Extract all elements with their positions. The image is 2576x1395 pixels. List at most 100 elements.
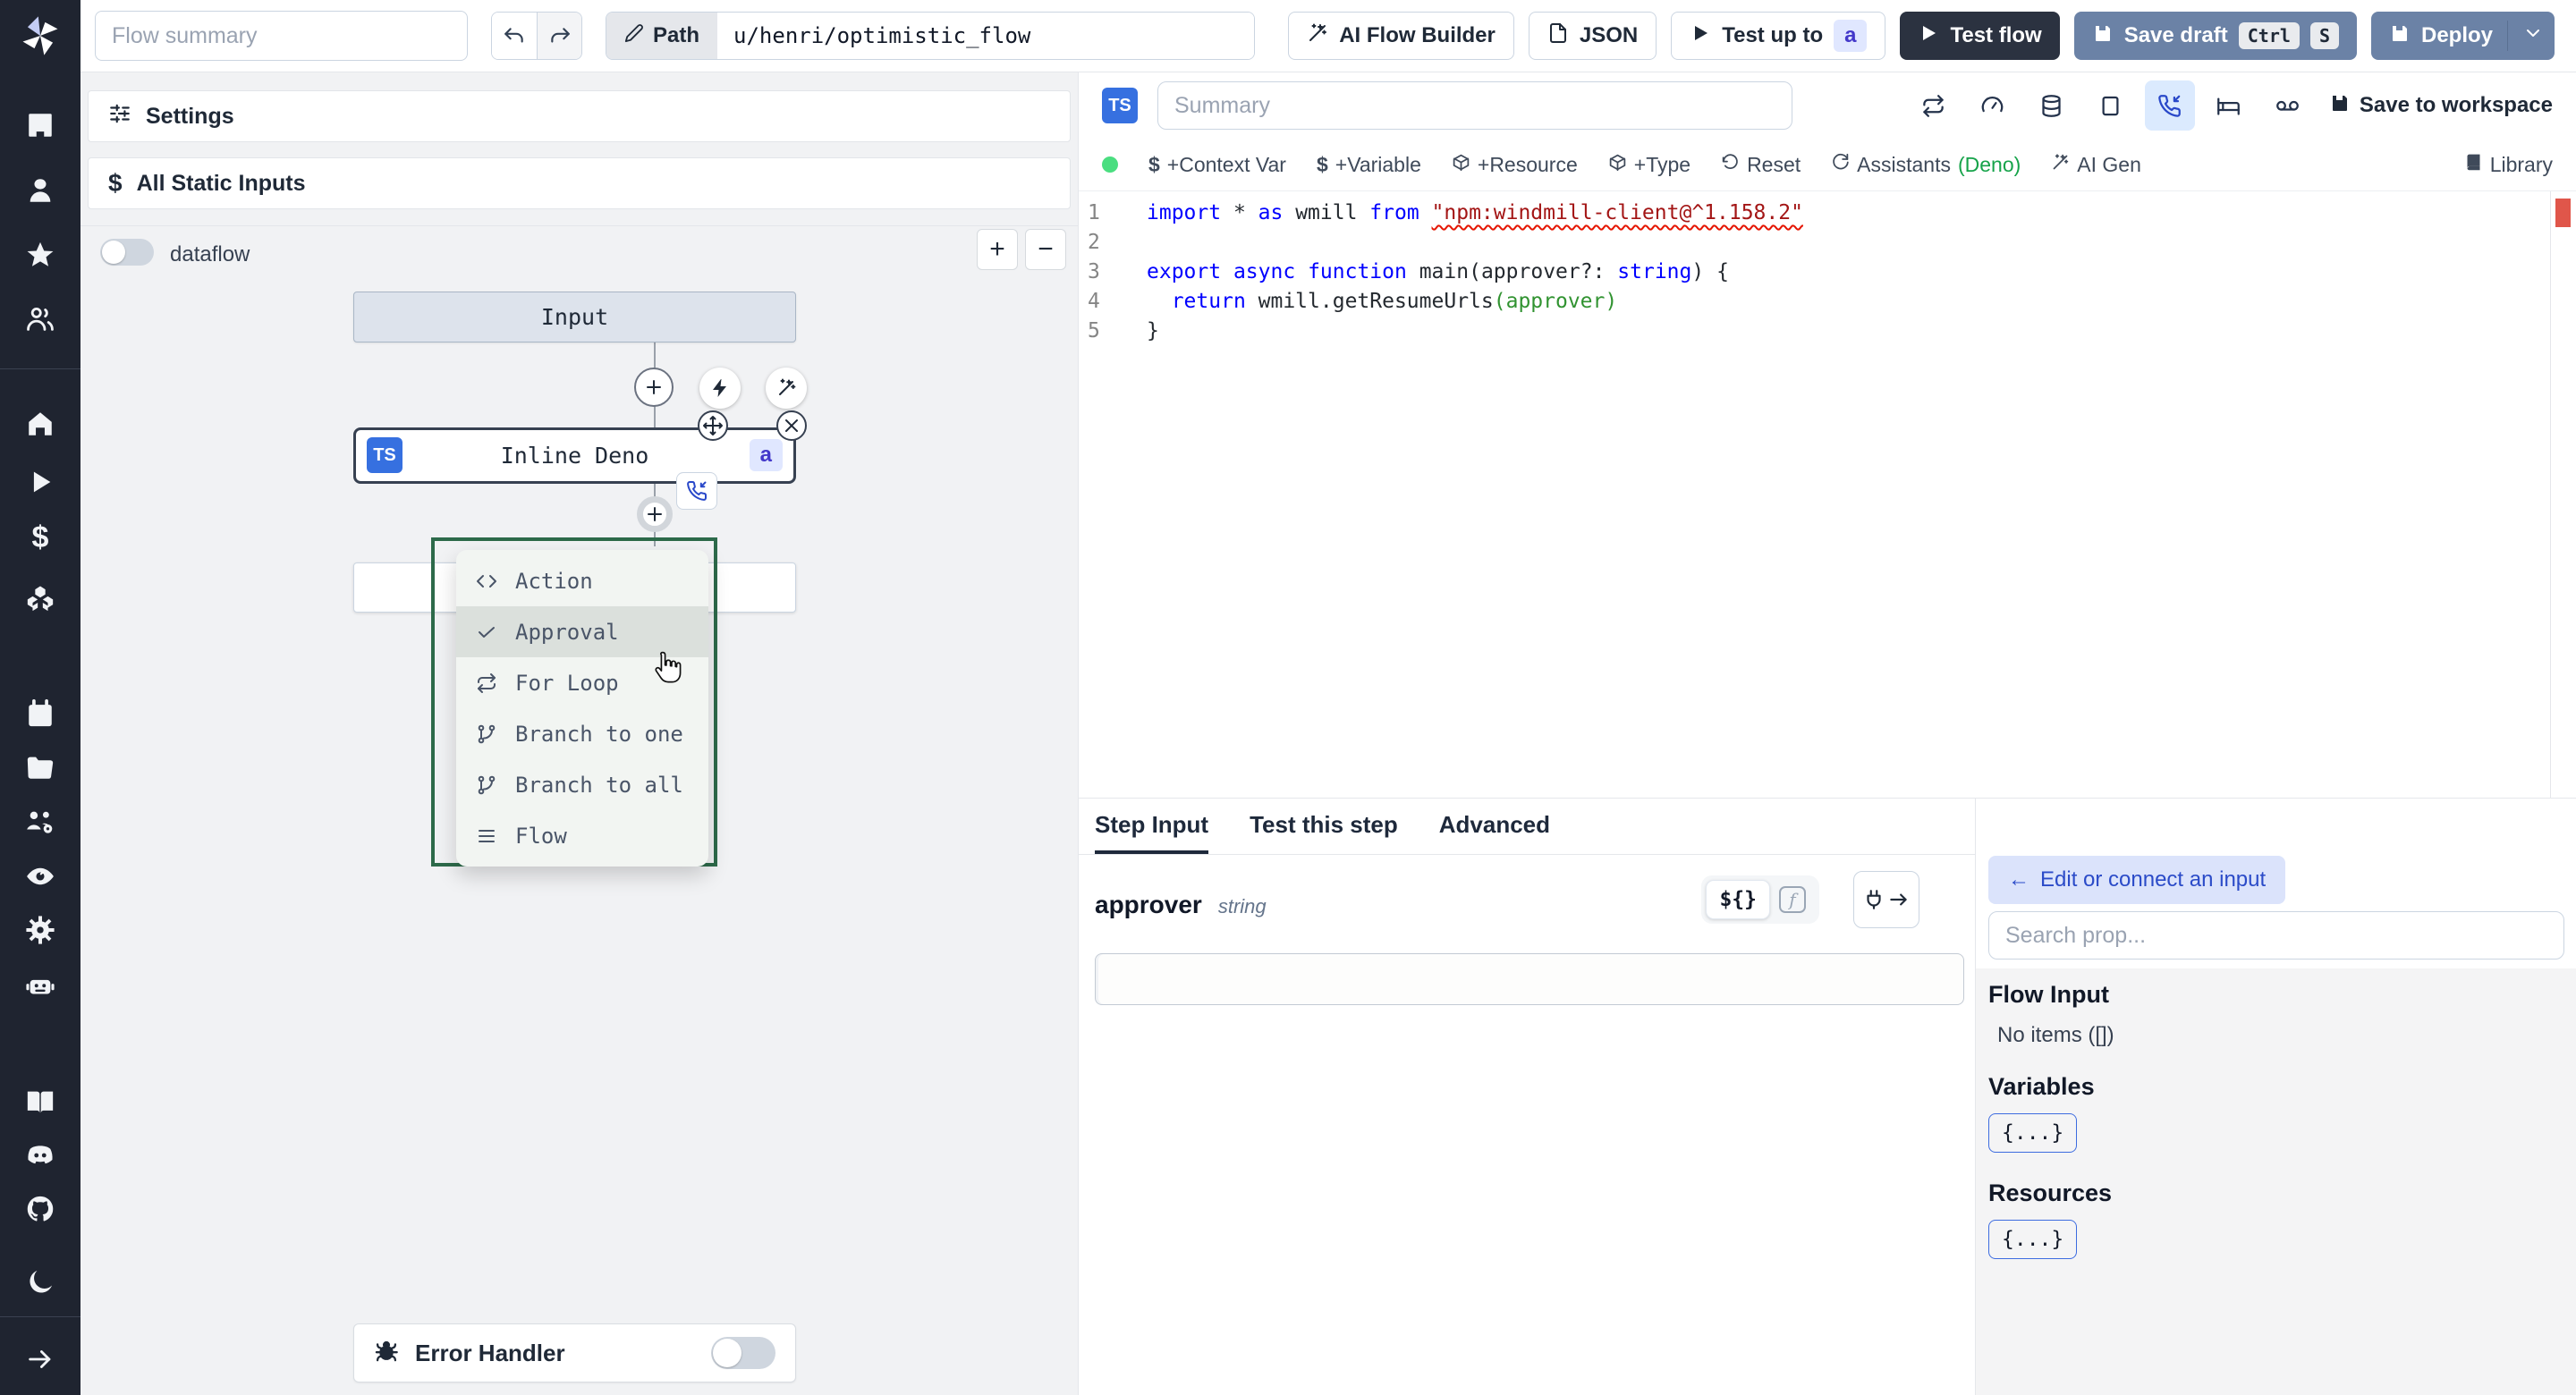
edit-or-connect-button[interactable]: ← Edit or connect an input bbox=[1988, 856, 2286, 904]
trigger-bolt-button[interactable] bbox=[699, 368, 741, 409]
code-line[interactable]: 1 import * as wmill from "npm:windmill-cl… bbox=[1079, 199, 2576, 228]
fn-mode-button[interactable]: f bbox=[1779, 886, 1806, 913]
github-icon[interactable] bbox=[25, 1194, 55, 1224]
retries-repeat-icon[interactable] bbox=[1909, 80, 1959, 131]
code-line[interactable]: 3 export async function main(approver?: s… bbox=[1079, 258, 2576, 287]
resources-title: Resources bbox=[1988, 1179, 2113, 1206]
mock-square-icon[interactable] bbox=[2086, 80, 2136, 131]
prop-type: string bbox=[1217, 895, 1267, 917]
mouse-cursor-hand bbox=[650, 649, 686, 689]
ai-flow-builder-button[interactable]: AI Flow Builder bbox=[1288, 12, 1514, 60]
insert-step-plus-button[interactable] bbox=[634, 368, 674, 407]
resources-cubes-icon[interactable] bbox=[25, 583, 55, 613]
users-gear-icon[interactable] bbox=[25, 807, 55, 837]
code-line[interactable]: 4 return wmill.getResumeUrls(approver) bbox=[1079, 287, 2576, 317]
play-icon bbox=[1918, 22, 1939, 50]
zoom-in-button[interactable]: + bbox=[977, 229, 1018, 270]
flow-input-empty: No items ([]) bbox=[1997, 1023, 2114, 1047]
topbar: Path u/henri/optimistic_flow AI Flow Bui… bbox=[80, 0, 2576, 72]
add-type-button[interactable]: +Type bbox=[1608, 153, 1690, 177]
zoom-out-button[interactable]: − bbox=[1025, 229, 1066, 270]
voicemail-icon[interactable] bbox=[2263, 80, 2313, 131]
expr-mode-button[interactable]: ${} bbox=[1706, 880, 1770, 919]
menu-item-branch-to-one[interactable]: Branch to one bbox=[456, 708, 708, 759]
suspend-phone-incoming-icon[interactable] bbox=[2144, 80, 2195, 131]
inline-deno-step-node[interactable]: TS Inline Deno a bbox=[353, 427, 796, 484]
save-draft-button[interactable]: Save draft Ctrl S bbox=[2073, 12, 2357, 60]
code-line[interactable]: 5} bbox=[1079, 317, 2576, 346]
schedules-calendar-icon[interactable] bbox=[25, 698, 55, 729]
delete-step-button[interactable] bbox=[776, 410, 807, 441]
error-handler-label: Error Handler bbox=[415, 1339, 565, 1366]
tab-advanced[interactable]: Advanced bbox=[1439, 799, 1550, 854]
path-value-input[interactable]: u/henri/optimistic_flow bbox=[717, 13, 1255, 59]
test-up-to-button[interactable]: Test up to a bbox=[1671, 12, 1886, 60]
library-button[interactable]: Library bbox=[2464, 153, 2553, 177]
tab-test-this-step[interactable]: Test this step bbox=[1250, 799, 1398, 854]
undo-button[interactable] bbox=[492, 13, 537, 59]
test-flow-button[interactable]: Test flow bbox=[1900, 12, 2060, 60]
variables-dollar-icon[interactable]: $ bbox=[25, 522, 55, 553]
divider bbox=[80, 225, 1078, 226]
workspace-building-icon[interactable] bbox=[25, 110, 55, 140]
deploy-button[interactable]: Deploy bbox=[2370, 12, 2555, 60]
redo-button[interactable] bbox=[537, 13, 581, 59]
step-summary-input[interactable] bbox=[1157, 81, 1792, 130]
eye-icon[interactable] bbox=[25, 861, 55, 892]
step-settings-icons: Save to workspace bbox=[1909, 80, 2553, 131]
resources-object-chip[interactable]: {...} bbox=[1988, 1220, 2078, 1259]
folders-icon[interactable] bbox=[25, 752, 55, 782]
add-variable-button[interactable]: $ +Variable bbox=[1317, 153, 1421, 177]
flow-input-node[interactable]: Input bbox=[353, 292, 796, 342]
prop-value-input[interactable] bbox=[1095, 953, 1964, 1005]
add-context-var-button[interactable]: $ +Context Var bbox=[1148, 153, 1286, 177]
sidebar-divider bbox=[0, 368, 80, 369]
save-to-workspace-button[interactable]: Save to workspace bbox=[2329, 92, 2553, 120]
menu-item-branch-to-all[interactable]: Branch to all bbox=[456, 759, 708, 810]
menu-item-action[interactable]: Action bbox=[456, 555, 708, 606]
dataflow-toggle[interactable] bbox=[100, 239, 154, 266]
variables-object-chip[interactable]: {...} bbox=[1988, 1113, 2078, 1153]
expand-arrow-right-icon[interactable] bbox=[25, 1344, 55, 1374]
user-icon[interactable] bbox=[25, 175, 55, 206]
dark-mode-moon-icon[interactable] bbox=[25, 1267, 55, 1298]
minimap-border bbox=[2550, 191, 2551, 798]
tab-step-input[interactable]: Step Input bbox=[1095, 799, 1209, 854]
ai-gen-button[interactable]: AI Gen bbox=[2051, 153, 2141, 177]
cache-database-icon[interactable] bbox=[2027, 80, 2077, 131]
phone-incoming-suspend-badge[interactable] bbox=[676, 472, 717, 510]
discord-icon[interactable] bbox=[25, 1140, 55, 1171]
flow-settings-row[interactable]: Settings bbox=[88, 90, 1071, 142]
chevron-down-icon[interactable] bbox=[2522, 22, 2544, 50]
all-static-inputs-label: All Static Inputs bbox=[136, 170, 306, 196]
connect-input-plug-button[interactable] bbox=[1853, 871, 1919, 928]
sleep-bed-icon[interactable] bbox=[2204, 80, 2254, 131]
early-stop-gauge-icon[interactable] bbox=[1968, 80, 2018, 131]
home-icon[interactable] bbox=[25, 409, 55, 439]
windmill-logo-icon[interactable] bbox=[17, 13, 64, 59]
code-editor[interactable]: 1 import * as wmill from "npm:windmill-cl… bbox=[1079, 190, 2576, 798]
reset-button[interactable]: Reset bbox=[1721, 153, 1801, 177]
settings-gear-icon[interactable] bbox=[25, 915, 55, 945]
error-handler-toggle[interactable] bbox=[711, 1337, 775, 1369]
add-resource-button[interactable]: +Resource bbox=[1452, 153, 1578, 177]
all-static-inputs-row[interactable]: $ All Static Inputs bbox=[88, 157, 1071, 209]
undo-arrow-icon bbox=[1721, 153, 1740, 177]
assistants-button[interactable]: Assistants (Deno) bbox=[1831, 153, 2021, 177]
flow-summary-input[interactable] bbox=[95, 11, 468, 61]
star-icon[interactable] bbox=[25, 240, 55, 270]
search-prop-input[interactable] bbox=[1988, 911, 2564, 960]
ai-wand-button[interactable] bbox=[766, 368, 807, 409]
groups-icon[interactable] bbox=[25, 304, 55, 334]
json-button[interactable]: JSON bbox=[1528, 12, 1657, 60]
path-edit-button[interactable]: Path bbox=[606, 13, 718, 59]
move-step-handle[interactable] bbox=[698, 410, 728, 441]
error-handler-row[interactable]: Error Handler bbox=[353, 1323, 796, 1382]
line-number: 2 bbox=[1088, 231, 1100, 254]
code-line[interactable]: 2 bbox=[1079, 228, 2576, 258]
selected-insert-plus-button[interactable] bbox=[637, 496, 673, 532]
runs-play-icon[interactable] bbox=[25, 467, 55, 497]
docs-book-icon[interactable] bbox=[25, 1086, 55, 1117]
menu-item-flow[interactable]: Flow bbox=[456, 810, 708, 861]
robot-icon[interactable] bbox=[25, 971, 55, 1002]
